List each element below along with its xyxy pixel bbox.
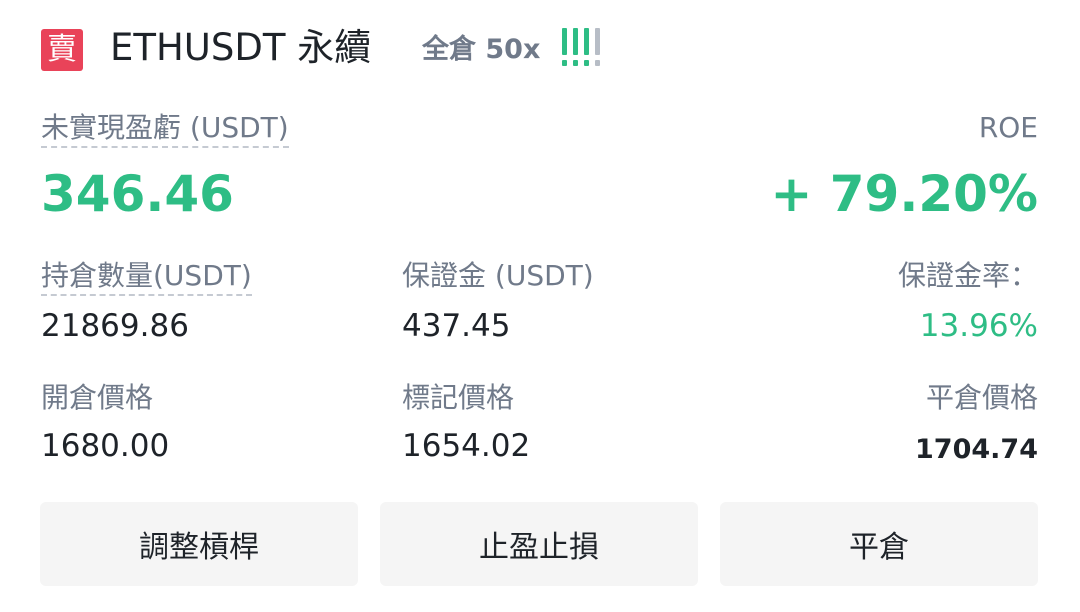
margin-mode-leverage: 全倉 50x (422, 34, 541, 65)
adl-bar (584, 28, 589, 68)
tp-sl-button[interactable]: 止盈止損 (380, 502, 698, 586)
adl-bar (562, 28, 567, 68)
adl-bar-stem (573, 28, 578, 55)
margin-label: 保證金 (USDT) (402, 259, 594, 292)
adl-bar-stem (562, 28, 567, 55)
adl-bar (595, 28, 600, 68)
margin-ratio-value: 13.96% (919, 308, 1038, 344)
adl-bar-dot (573, 60, 578, 66)
position-size-label[interactable]: 持倉數量(USDT) (41, 258, 252, 296)
adl-bar-dot (584, 60, 589, 66)
adl-level-icon[interactable] (562, 28, 618, 70)
adl-bar-stem (584, 28, 589, 55)
margin-value: 437.45 (402, 308, 511, 344)
symbol-title[interactable]: ETHUSDT 永續 (110, 22, 371, 74)
adjust-leverage-button[interactable]: 調整槓桿 (40, 502, 358, 586)
margin-ratio-label: 保證金率： (897, 259, 1038, 292)
liq-price-label: 平倉價格 (925, 381, 1038, 414)
mark-price-label: 標記價格 (402, 381, 515, 414)
adl-bar-dot (595, 60, 600, 66)
close-position-button[interactable]: 平倉 (720, 502, 1038, 586)
roe-label: ROE (978, 111, 1038, 144)
unrealized-pnl-label[interactable]: 未實現盈虧 (USDT) (41, 110, 289, 148)
adl-bar-stem (595, 28, 600, 55)
entry-price-label: 開倉價格 (41, 381, 154, 414)
adl-bar (573, 28, 578, 68)
entry-price-value: 1680.00 (41, 428, 170, 464)
liq-price-value: 1704.74 (915, 434, 1038, 465)
position-size-value: 21869.86 (41, 308, 189, 344)
sell-badge: 賣 (41, 29, 83, 71)
adl-bar-dot (562, 60, 567, 66)
roe-value: + 79.20% (770, 165, 1038, 223)
unrealized-pnl-value: 346.46 (41, 165, 234, 223)
mark-price-value: 1654.02 (402, 428, 531, 464)
